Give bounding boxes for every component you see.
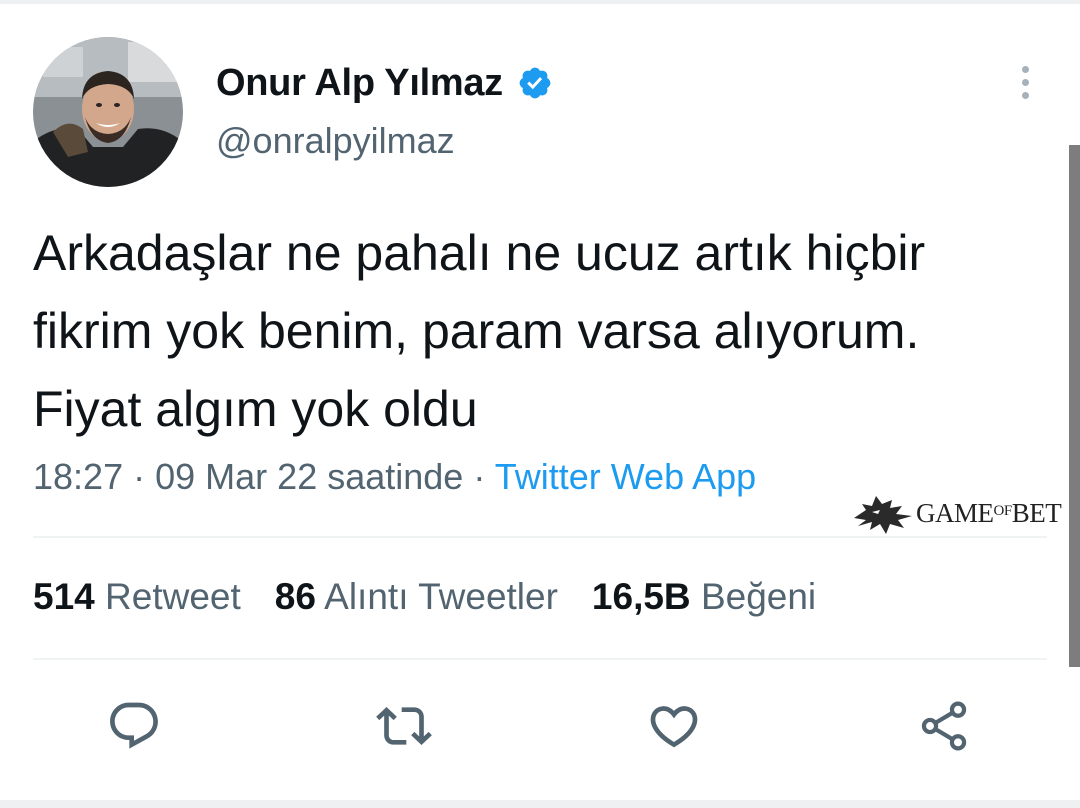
tweet-date[interactable]: 09 Mar 22 saatinde [155,456,463,497]
divider [33,658,1047,660]
share-button[interactable] [912,694,976,758]
more-options-icon[interactable] [1008,60,1042,104]
tweet-time[interactable]: 18:27 [33,456,123,497]
share-icon [921,701,967,751]
more-dot [1021,78,1029,86]
quotes-label: Alıntı Tweetler [324,576,558,617]
retweets-count: 514 [33,576,95,617]
like-icon [650,706,698,748]
verified-badge-icon [517,65,553,101]
reply-icon [110,702,158,749]
divider [33,536,1047,538]
reply-button[interactable] [102,694,166,758]
watermark-text: GAMEOFBET [916,497,1062,528]
meta-separator: · [473,456,486,497]
quotes-stat[interactable]: 86 Alıntı Tweetler [275,576,558,618]
retweet-button[interactable] [372,694,436,758]
top-border [0,0,1080,4]
retweets-label: Retweet [105,576,241,617]
like-button[interactable] [642,694,706,758]
author-name-row[interactable]: Onur Alp Yılmaz [216,58,553,108]
retweet-icon [376,707,432,745]
tweet-meta: 18:27 · 09 Mar 22 saatinde · Twitter Web… [33,456,756,498]
bottom-border [0,800,1080,808]
likes-stat[interactable]: 16,5B Beğeni [592,576,816,618]
tweet-stats: 514 Retweet 86 Alıntı Tweetler 16,5B Beğ… [33,576,850,618]
author-handle[interactable]: @onralpyilmaz [216,120,455,162]
more-dot [1021,65,1029,73]
quotes-count: 86 [274,576,316,617]
wolf-icon [854,496,912,534]
likes-count: 16,5B [591,576,691,617]
watermark-logo: GAMEOFBET [852,490,1062,536]
tweet-source-link[interactable]: Twitter Web App [495,456,756,497]
avatar[interactable] [33,37,183,187]
display-name[interactable]: Onur Alp Yılmaz [216,62,503,105]
likes-label: Beğeni [700,576,817,617]
meta-separator: · [133,456,146,497]
retweets-stat[interactable]: 514 Retweet [33,576,241,618]
scrollbar[interactable] [1069,145,1080,667]
tweet-text: Arkadaşlar ne pahalı ne ucuz artık hiçbi… [33,225,926,437]
action-bar [0,694,1080,758]
more-dot [1021,91,1029,99]
